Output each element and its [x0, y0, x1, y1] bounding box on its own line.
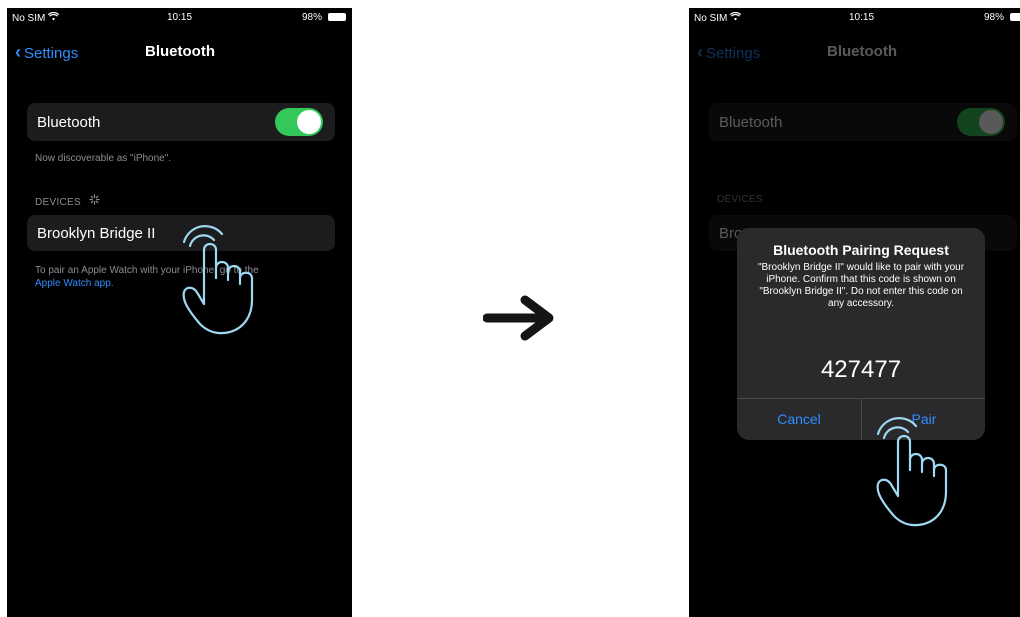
arrow-right-icon	[483, 295, 554, 341]
bluetooth-label: Bluetooth	[719, 114, 783, 131]
spinner-icon	[89, 194, 100, 208]
tap-hand-icon	[876, 417, 948, 527]
status-bar: No SIM 10:15 98%	[7, 8, 352, 28]
page-title: Bluetooth	[827, 43, 897, 60]
back-label: Settings	[24, 45, 79, 62]
apple-watch-app-link[interactable]: Apple Watch app.	[35, 278, 114, 289]
toggle-knob	[297, 110, 321, 134]
status-bar: No SIM 10:15 98%	[689, 8, 1020, 28]
bluetooth-toggle-row: Bluetooth	[709, 103, 1017, 141]
battery-icon	[328, 13, 346, 21]
device-name: Brooklyn Bridge II	[37, 225, 156, 242]
toggle-knob	[979, 110, 1003, 134]
devices-header-label: DEVICES	[717, 194, 764, 205]
alert-title: Bluetooth Pairing Request	[773, 242, 949, 258]
tap-hand-icon	[182, 225, 254, 335]
bluetooth-toggle	[957, 108, 1005, 136]
back-label: Settings	[706, 45, 761, 62]
back-button[interactable]: ‹ Settings	[15, 42, 78, 63]
back-button: ‹ Settings	[697, 42, 760, 63]
battery-percent: 98%	[983, 12, 1004, 23]
pairing-code: 427477	[820, 356, 902, 383]
battery-icon	[1010, 13, 1020, 21]
cancel-button[interactable]: Cancel	[737, 399, 861, 440]
status-time: 10:15	[848, 12, 875, 23]
right-phone-screen: No SIM 10:15 98% ‹ Settings Bluetooth Blu…	[689, 8, 1020, 617]
discoverable-text: Now discoverable as "iPhone".	[35, 153, 172, 164]
nav-bar: ‹ Settings Bluetooth	[7, 42, 352, 64]
chevron-left-icon: ‹	[697, 42, 703, 62]
devices-header: DEVICES	[35, 194, 100, 208]
bluetooth-toggle[interactable]	[275, 108, 323, 136]
page-title: Bluetooth	[145, 43, 215, 60]
battery-percent: 98%	[301, 12, 322, 23]
nav-bar: ‹ Settings Bluetooth	[689, 42, 1020, 64]
alert-message: "Brooklyn Bridge II" would like to pair …	[757, 262, 965, 309]
left-phone-screen: No SIM 10:15 98% ‹ Settings Bluetooth Blu…	[7, 8, 352, 617]
devices-header-label: DEVICES	[35, 197, 82, 208]
bluetooth-toggle-row: Bluetooth	[27, 103, 335, 141]
status-time: 10:15	[166, 12, 193, 23]
chevron-left-icon: ‹	[15, 42, 21, 62]
devices-header: DEVICES	[717, 194, 763, 205]
bluetooth-label: Bluetooth	[37, 114, 101, 131]
